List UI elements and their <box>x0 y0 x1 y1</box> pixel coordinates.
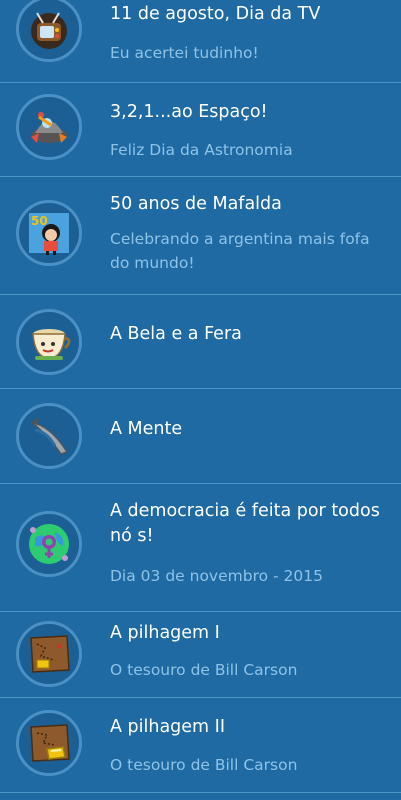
badge-subtitle: Celebrando a argentina mais fofa do mund… <box>110 230 370 272</box>
badge-circle <box>16 403 82 469</box>
tv-icon <box>31 12 67 49</box>
badge-subtitle: Feliz Dia da Astronomia <box>110 141 293 159</box>
badge-title: 3,2,1...ao Espaço! <box>110 102 268 122</box>
rocket-icon <box>31 112 67 143</box>
badge-row[interactable]: A Mente <box>0 389 401 484</box>
badge-subtitle: Dia 03 de novembro - 2015 <box>110 567 323 585</box>
badge-title: A pilhagem I <box>110 623 220 643</box>
badge-title: A Bela e a Fera <box>110 324 242 344</box>
badge-row[interactable]: A pilhagem I O tesouro de Bill Carson <box>0 612 401 698</box>
badge-circle: 50 <box>16 200 82 266</box>
badge-title: 50 anos de Mafalda <box>110 194 282 214</box>
badge-row[interactable]: 3,2,1...ao Espaço! Feliz Dia da Astronom… <box>0 83 401 177</box>
earth-gender-icon <box>29 524 69 564</box>
badge-title: 11 de agosto, Dia da TV <box>110 4 321 24</box>
badge-circle <box>16 94 82 160</box>
badge-circle <box>16 511 82 577</box>
badge-row[interactable]: 50 50 anos de Mafalda Celebrando a argen… <box>0 177 401 295</box>
badge-subtitle: Eu acertei tudinho! <box>110 44 259 62</box>
badge-title: A pilhagem II <box>110 717 225 737</box>
badge-row[interactable]: A democracia é feita por todos nó s! Dia… <box>0 484 401 612</box>
badge-circle <box>16 621 82 687</box>
mafalda-icon: 50 <box>29 213 69 255</box>
badge-row[interactable]: A Bela e a Fera <box>0 295 401 389</box>
treasure-map-gold-icon <box>30 724 70 762</box>
badge-subtitle: O tesouro de Bill Carson <box>110 756 298 774</box>
badge-title: A democracia é feita por todos nó s! <box>110 501 380 546</box>
teacup-icon <box>32 329 71 360</box>
badge-circle <box>16 0 82 62</box>
badge-circle <box>16 309 82 375</box>
badge-circle <box>16 710 82 776</box>
svg-text:50: 50 <box>31 214 48 228</box>
badge-subtitle: O tesouro de Bill Carson <box>110 661 298 679</box>
blade-icon <box>30 418 69 455</box>
treasure-map-icon <box>30 635 70 673</box>
badge-row[interactable]: 11 de agosto, Dia da TV Eu acertei tudin… <box>0 0 401 83</box>
badge-title: A Mente <box>110 419 183 439</box>
badge-row[interactable]: A pilhagem II O tesouro de Bill Carson <box>0 698 401 793</box>
